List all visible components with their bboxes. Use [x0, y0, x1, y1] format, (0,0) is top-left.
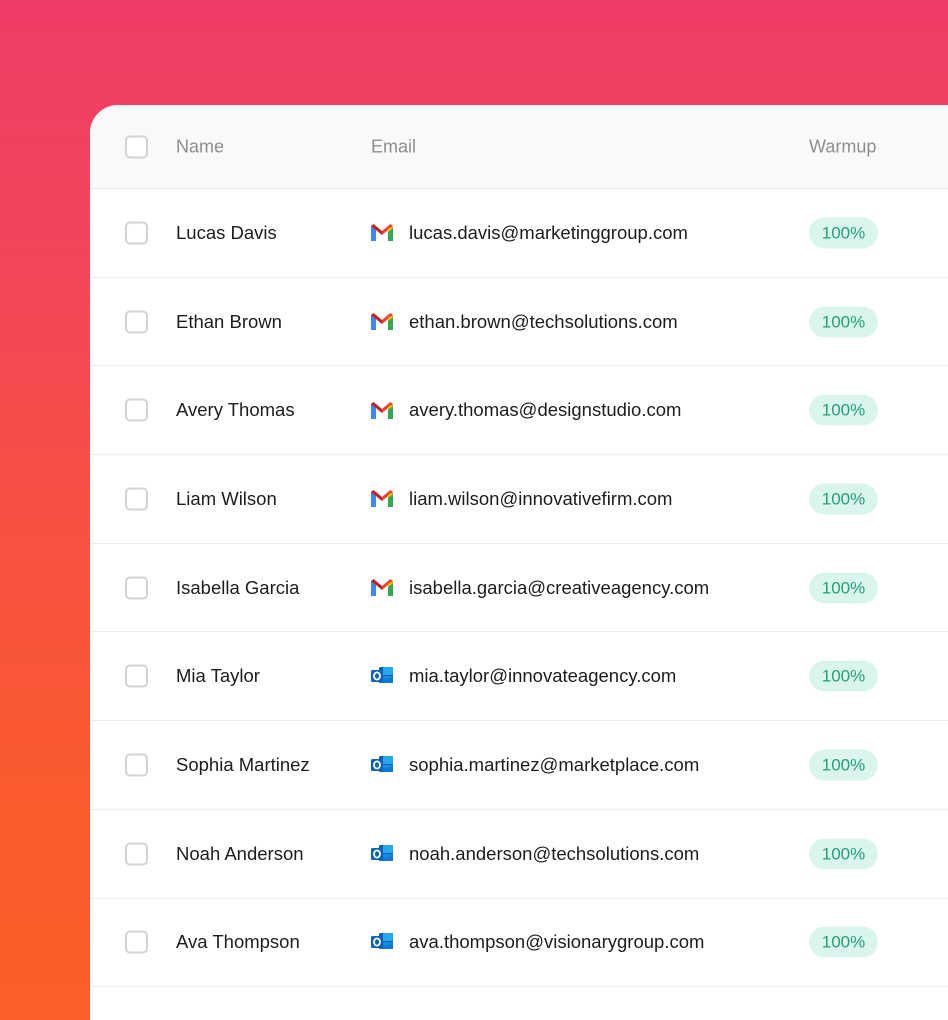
row-checkbox[interactable] [125, 310, 148, 334]
warmup-badge: 100% [809, 660, 878, 692]
warmup-badge: 100% [809, 838, 878, 870]
row-checkbox[interactable] [125, 664, 148, 688]
select-all-checkbox[interactable] [125, 135, 148, 158]
account-email-cell: isabella.garcia@creativeagency.com [371, 577, 709, 599]
account-email: avery.thomas@designstudio.com [409, 399, 682, 421]
account-name: Noah Anderson [176, 842, 304, 864]
gmail-icon [371, 578, 393, 598]
warmup-badge: 100% [809, 217, 878, 249]
warmup-badge: 100% [809, 483, 878, 515]
account-name: Lucas Davis [176, 221, 277, 243]
warmup-badge: 100% [809, 394, 878, 426]
gmail-icon [371, 489, 393, 509]
table-header: Name Email Warmup [90, 105, 948, 189]
account-email-cell: liam.wilson@innovativefirm.com [371, 488, 672, 510]
table-row[interactable]: Lucas Davis lucas.davis@marketinggroup.c… [90, 189, 948, 278]
accounts-table: Name Email Warmup Lucas Davis lucas.davi… [90, 105, 948, 1020]
warmup-badge: 100% [809, 306, 878, 338]
gmail-icon [371, 223, 393, 243]
table-row[interactable]: Ethan Brown ethan.brown@techsolutions.co… [90, 278, 948, 367]
row-checkbox[interactable] [125, 398, 148, 422]
table-row[interactable]: Liam Wilson liam.wilson@innovativefirm.c… [90, 455, 948, 544]
account-email: ava.thompson@visionarygroup.com [409, 931, 705, 953]
warmup-badge: 100% [809, 572, 878, 604]
account-email: noah.anderson@techsolutions.com [409, 842, 700, 864]
account-email-cell: lucas.davis@marketinggroup.com [371, 222, 688, 244]
table-row[interactable]: Avery Thomas avery.thomas@designstudio.c… [90, 366, 948, 456]
account-email-cell: mia.taylor@innovateagency.com [371, 665, 676, 687]
account-email-cell: ava.thompson@visionarygroup.com [371, 931, 704, 953]
account-email-cell: sophia.martinez@marketplace.com [371, 754, 699, 776]
account-email: liam.wilson@innovativefirm.com [409, 487, 673, 509]
account-email: lucas.davis@marketinggroup.com [409, 221, 688, 243]
column-header-warmup[interactable]: Warmup [809, 136, 876, 157]
account-email-cell: noah.anderson@techsolutions.com [371, 843, 699, 865]
row-checkbox[interactable] [125, 221, 148, 245]
account-email: isabella.garcia@creativeagency.com [409, 576, 710, 598]
account-name: Ava Thompson [176, 931, 300, 953]
column-header-email[interactable]: Email [371, 136, 416, 157]
table-row[interactable]: Ava Thompson ava.thompson@visionarygroup… [90, 899, 948, 988]
gmail-icon [371, 400, 393, 420]
account-name: Ethan Brown [176, 310, 282, 332]
row-checkbox[interactable] [125, 576, 148, 600]
account-email: mia.taylor@innovateagency.com [409, 665, 677, 687]
warmup-badge: 100% [809, 749, 878, 781]
account-name: Avery Thomas [176, 399, 295, 421]
table-row[interactable]: Noah Anderson noah.anderson@techsolution… [90, 810, 948, 899]
warmup-badge: 100% [809, 926, 878, 958]
row-checkbox[interactable] [125, 842, 148, 866]
table-row[interactable]: Mia Taylor mia.taylor@innovateagency.com… [90, 632, 948, 722]
outlook-icon [371, 844, 393, 864]
account-name: Mia Taylor [176, 665, 260, 687]
outlook-icon [371, 755, 393, 775]
row-checkbox[interactable] [125, 753, 148, 777]
column-header-name[interactable]: Name [176, 136, 224, 157]
row-checkbox[interactable] [125, 930, 148, 954]
outlook-icon [371, 666, 393, 686]
account-email: ethan.brown@techsolutions.com [409, 310, 678, 332]
table-row[interactable]: Sophia Martinez sophia.martinez@marketpl… [90, 721, 948, 810]
gmail-icon [371, 312, 393, 332]
account-email: sophia.martinez@marketplace.com [409, 753, 700, 775]
account-name: Sophia Martinez [176, 753, 310, 775]
account-name: Liam Wilson [176, 487, 277, 509]
account-email-cell: ethan.brown@techsolutions.com [371, 311, 678, 333]
row-checkbox[interactable] [125, 487, 148, 511]
table-body: Lucas Davis lucas.davis@marketinggroup.c… [90, 189, 948, 988]
outlook-icon [371, 932, 393, 952]
account-email-cell: avery.thomas@designstudio.com [371, 399, 681, 421]
table-row[interactable]: Isabella Garcia isabella.garcia@creative… [90, 544, 948, 633]
account-name: Isabella Garcia [176, 576, 300, 598]
